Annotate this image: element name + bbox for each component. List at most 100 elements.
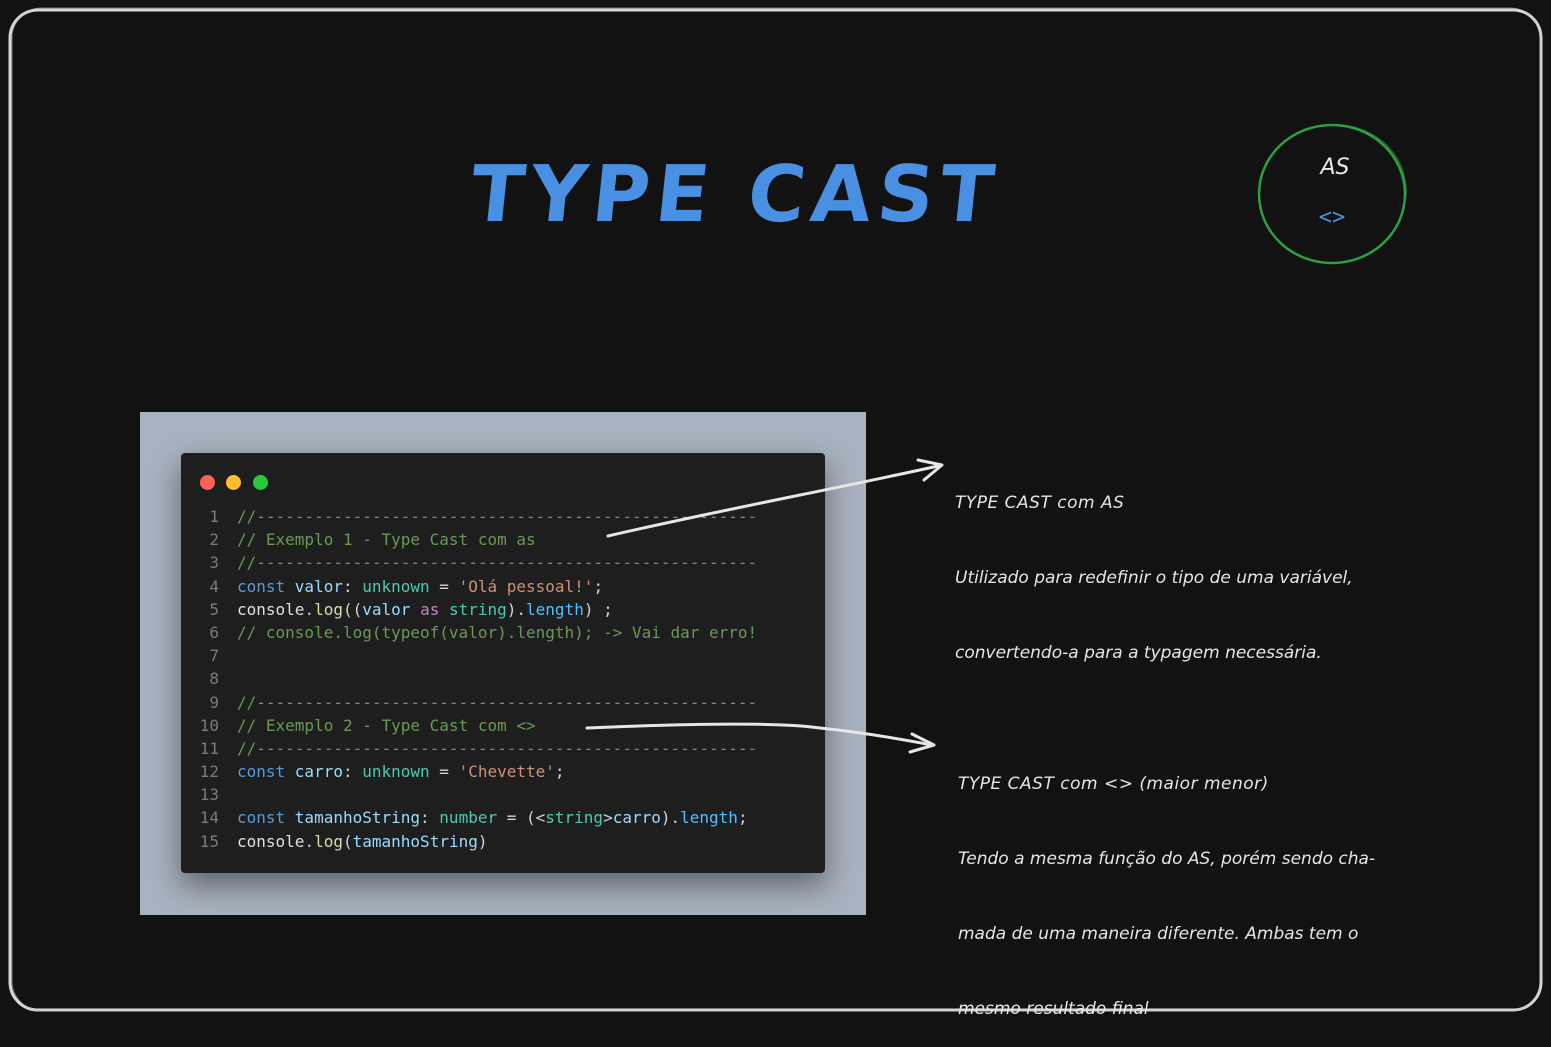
line-number: 4 <box>209 576 219 596</box>
note-angle: TYPE CAST com <> (maior menor) Tendo a m… <box>958 722 1375 1047</box>
code-window: 1 //-------------------------------------… <box>181 453 825 873</box>
code-line: 14 const tamanhoString: number = (<string… <box>181 806 825 829</box>
line-number: 7 <box>209 646 219 666</box>
line-text: const tamanhoString: number = (<string>c… <box>237 806 748 829</box>
code-token: . <box>304 599 315 619</box>
line-number: 6 <box>209 622 219 642</box>
line-number: 9 <box>209 692 219 712</box>
code-token: > <box>603 808 613 828</box>
code-line: 6 // console.log(typeof(valor).length); -… <box>181 621 825 644</box>
code-line: 9 //-------------------------------------… <box>181 691 825 714</box>
code-token: (( <box>342 599 363 619</box>
code-token: console <box>237 599 305 619</box>
code-block: 1 //-------------------------------------… <box>181 505 825 853</box>
code-token: //--------------------------------------… <box>237 738 758 758</box>
window-close-dot <box>200 475 215 490</box>
code-token: // console.log(typeof(valor).length); ->… <box>237 622 758 642</box>
code-line: 1 //-------------------------------------… <box>181 505 825 528</box>
code-line: 2 // Exemplo 1 - Type Cast com as <box>181 528 825 551</box>
code-token: ) <box>477 831 488 851</box>
code-token: ; <box>737 808 748 828</box>
code-token: unknown <box>362 762 430 782</box>
code-token: ( <box>342 831 353 851</box>
code-token: string <box>545 808 604 828</box>
code-token: number <box>439 808 498 828</box>
code-token: ; <box>593 576 604 596</box>
code-token: tamanhoString <box>352 831 478 851</box>
code-token: : <box>342 762 363 782</box>
code-token: : <box>420 808 440 828</box>
code-line: 13 <box>181 783 825 806</box>
line-text: console.log(tamanhoString) <box>237 830 488 853</box>
note-as-line-2: convertendo-a para a typagem necessária. <box>955 643 1322 663</box>
code-token: tamanhoString <box>294 808 421 828</box>
code-token: const <box>237 576 295 596</box>
code-token: 'Olá pessoal!' <box>458 576 594 596</box>
code-token: valor <box>294 576 343 596</box>
code-line: 10 // Exemplo 2 - Type Cast com <> <box>181 714 825 737</box>
code-token: const <box>237 808 295 828</box>
code-token: = <box>429 576 459 596</box>
code-token: string <box>448 599 507 619</box>
line-number: 2 <box>209 530 219 550</box>
code-line: 8 <box>181 667 825 690</box>
code-token: ). <box>506 599 527 619</box>
window-minimize-dot <box>226 475 241 490</box>
code-token: const <box>237 762 295 782</box>
circle-shape <box>1257 123 1407 265</box>
code-token: //--------------------------------------… <box>237 553 758 573</box>
line-text: console.log((valor as string).length) ; <box>237 598 613 621</box>
code-token: // Exemplo 2 - Type Cast com <> <box>237 715 536 735</box>
line-number: 15 <box>199 831 219 851</box>
line-number: 8 <box>209 669 219 689</box>
line-text: //--------------------------------------… <box>237 691 757 714</box>
code-token: ) ; <box>583 599 613 619</box>
note-angle-line-3: mesmo resultado final <box>958 999 1149 1019</box>
code-token: carro <box>294 762 343 782</box>
code-token: 'Chevette' <box>458 762 555 782</box>
code-token: carro <box>612 808 661 828</box>
note-as: TYPE CAST com AS Utilizado para redefini… <box>955 441 1353 691</box>
code-token: //--------------------------------------… <box>237 692 758 712</box>
code-token: log <box>314 599 343 619</box>
code-token: unknown <box>362 576 430 596</box>
code-token: : <box>342 576 363 596</box>
code-token: //--------------------------------------… <box>237 507 758 526</box>
code-line: 12 const carro: unknown = 'Chevette'; <box>181 760 825 783</box>
code-token: ). <box>660 808 681 828</box>
line-text: //--------------------------------------… <box>237 737 757 760</box>
line-number: 12 <box>199 762 219 782</box>
note-angle-title: TYPE CAST com <> (maior menor) <box>958 774 1269 794</box>
code-line: 5 console.log((valor as string).length) ; <box>181 598 825 621</box>
line-text: // Exemplo 2 - Type Cast com <> <box>237 714 536 737</box>
line-number: 10 <box>199 715 219 735</box>
line-text: // Exemplo 1 - Type Cast com as <box>237 528 536 551</box>
code-token: log <box>314 831 343 851</box>
code-token: console <box>237 831 305 851</box>
page-title: TYPE CAST <box>466 150 1004 240</box>
line-number: 14 <box>199 808 219 828</box>
code-token: // Exemplo 1 - Type Cast com as <box>237 530 536 550</box>
code-token: length <box>680 808 738 828</box>
line-text: const carro: unknown = 'Chevette'; <box>237 760 565 783</box>
note-as-title: TYPE CAST com AS <box>955 493 1125 513</box>
code-line: 15 console.log(tamanhoString) <box>181 830 825 853</box>
circle-label-angle: <> <box>1318 205 1346 230</box>
code-token: ; <box>554 762 565 782</box>
circle-label-as: AS <box>1320 155 1350 180</box>
code-token: . <box>304 831 315 851</box>
line-text: //--------------------------------------… <box>237 551 757 574</box>
line-text: //--------------------------------------… <box>237 505 757 528</box>
code-line: 11 //------------------------------------… <box>181 737 825 760</box>
line-number: 13 <box>199 785 219 805</box>
code-line: 3 //-------------------------------------… <box>181 551 825 574</box>
note-as-line-1: Utilizado para redefinir o tipo de uma v… <box>955 568 1353 588</box>
code-token: = <box>429 762 459 782</box>
code-token: as <box>420 599 440 619</box>
line-number: 5 <box>209 599 219 619</box>
code-token: valor <box>362 599 411 619</box>
note-angle-line-1: Tendo a mesma função do AS, porém sendo … <box>958 849 1376 869</box>
note-angle-line-2: mada de uma maneira diferente. Ambas tem… <box>958 924 1359 944</box>
line-text: // console.log(typeof(valor).length); ->… <box>237 621 757 644</box>
